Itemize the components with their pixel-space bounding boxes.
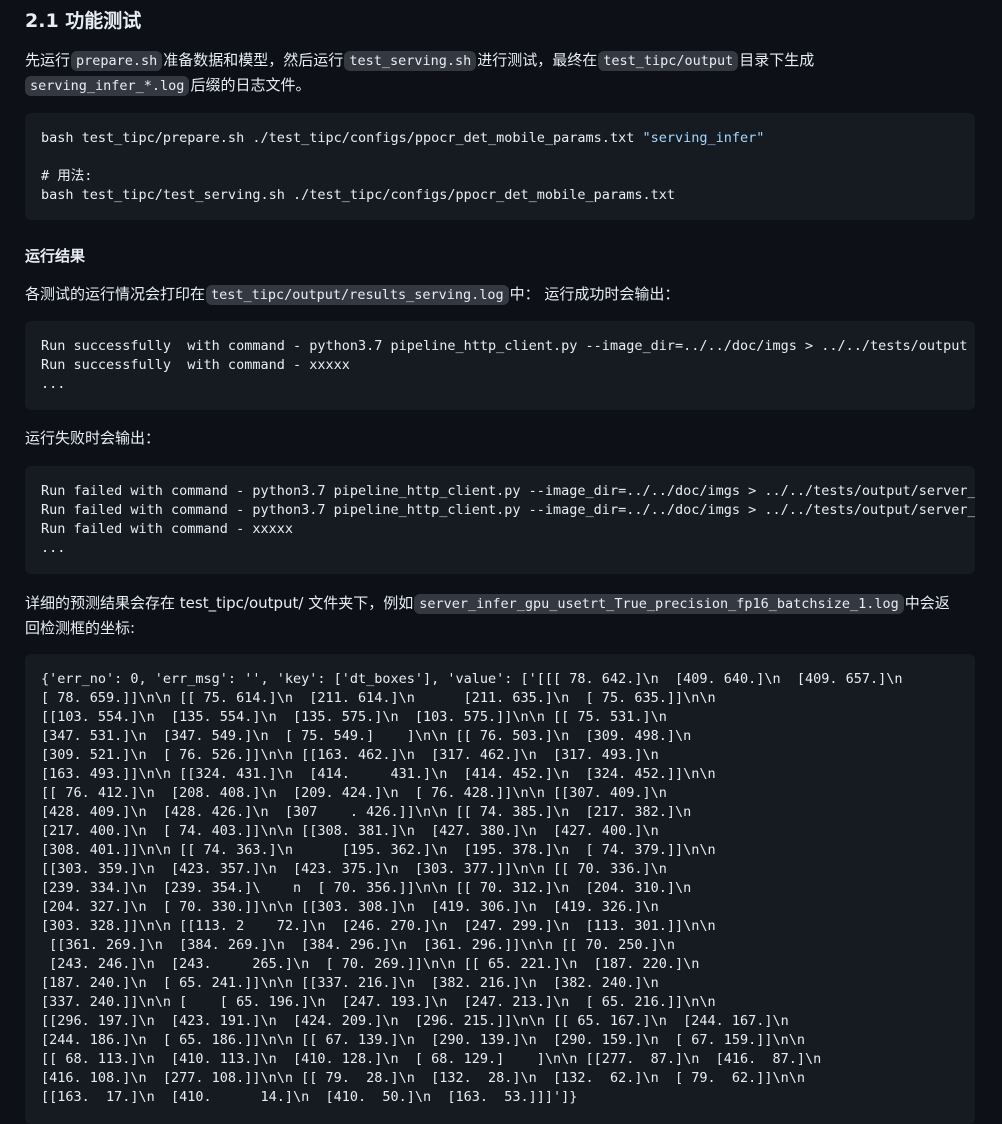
results-text-2: 中： 运行成功时会输出：	[509, 285, 680, 303]
code-line: Run successfully with command - python3.…	[41, 338, 968, 354]
code-line: Run successfully with command - xxxxx	[41, 357, 350, 373]
code-line: [[103. 554.]\n [135. 554.]\n [135. 575.]…	[41, 709, 667, 725]
code-comment: # 用法:	[41, 168, 93, 184]
results-line: 各测试的运行情况会打印在 test_tipc/output/results_ser…	[25, 282, 985, 307]
results-heading: 运行结果	[25, 247, 86, 265]
code-line: [217. 400.]\n [ 74. 403.]]\n\n [[308. 38…	[41, 823, 659, 839]
code-line: [[296. 197.]\n [423. 191.]\n [424. 209.]…	[41, 1013, 789, 1029]
detail-text-1: 详细的预测结果会存在 test_tipc/output/ 文件夹下，例如	[25, 594, 414, 612]
command-prepare: bash test_tipc/prepare.sh ./test_tipc/co…	[41, 130, 643, 146]
section-heading: 2.1 功能测试	[25, 10, 142, 32]
code-line: [416. 108.]\n [277. 108.]]\n\n [[ 79. 28…	[41, 1070, 806, 1086]
inline-code-prepare: prepare.sh	[71, 51, 163, 71]
code-line: [309. 521.]\n [ 76. 526.]]\n\n [[163. 46…	[41, 747, 659, 763]
code-line: [ 78. 659.]]\n\n [[ 75. 614.]\n [211. 61…	[41, 690, 716, 706]
detail-text-2: 中会返	[904, 594, 950, 612]
detail-line-1: 详细的预测结果会存在 test_tipc/output/ 文件夹下，例如 serv…	[25, 591, 985, 616]
code-line: [163. 493.]]\n\n [[324. 431.]\n [414. 43…	[41, 766, 716, 782]
code-line: Run failed with command - python3.7 pipe…	[41, 502, 975, 518]
inline-code-log-suffix: serving_infer_*.log	[25, 76, 190, 96]
intro-line-1: 先运行 prepare.sh 准备数据和模型，然后运行 test_serving.sh…	[25, 48, 985, 73]
code-line: [347. 531.]\n [347. 549.]\n [ 75. 549.] …	[41, 728, 692, 744]
code-line: [[ 68. 113.]\n [410. 113.]\n [410. 128.]…	[41, 1051, 822, 1067]
intro-text-3: 进行测试，最终在	[477, 51, 598, 69]
code-line: [243. 246.]\n [243. 265.]\n [ 70. 269.]]…	[41, 956, 700, 972]
code-line: [244. 186.]\n [ 65. 186.]]\n\n [[ 67. 13…	[41, 1032, 806, 1048]
intro-text-2: 准备数据和模型，然后运行	[163, 51, 344, 69]
code-line: [303. 328.]]\n\n [[113. 2 72.]\n [246. 2…	[41, 918, 716, 934]
code-line: ...	[41, 540, 66, 556]
inline-code-server-log: server_infer_gpu_usetrt_True_precision_f…	[414, 594, 904, 614]
detail-line-2: 回检测框的坐标:	[25, 619, 136, 637]
success-code-block[interactable]: Run successfully with command - python3.…	[25, 321, 975, 410]
code-line: Run failed with command - xxxxx	[41, 521, 293, 537]
detail-paragraph: 详细的预测结果会存在 test_tipc/output/ 文件夹下，例如 serv…	[25, 591, 985, 640]
intro-text-4: 目录下生成	[739, 51, 815, 69]
code-line: [428. 409.]\n [428. 426.]\n [307 . 426.]…	[41, 804, 692, 820]
command-test-serving: bash test_tipc/test_serving.sh ./test_ti…	[41, 187, 675, 203]
code-line: ...	[41, 376, 66, 392]
inline-code-output-dir: test_tipc/output	[598, 51, 739, 71]
code-line: [[303. 359.]\n [423. 357.]\n [423. 375.]…	[41, 861, 667, 877]
fail-intro: 运行失败时会输出：	[25, 429, 161, 447]
code-line: [[ 76. 412.]\n [208. 408.]\n [209. 424.]…	[41, 785, 667, 801]
command-code-block[interactable]: bash test_tipc/prepare.sh ./test_tipc/co…	[25, 113, 975, 220]
code-line: [[361. 269.]\n [384. 269.]\n [384. 296.]…	[41, 937, 675, 953]
output-code-block[interactable]: {'err_no': 0, 'err_msg': '', 'key': ['dt…	[25, 654, 975, 1124]
results-text-1: 各测试的运行情况会打印在	[25, 285, 206, 303]
code-line: {'err_no': 0, 'err_msg': '', 'key': ['dt…	[41, 671, 903, 687]
fail-code-block[interactable]: Run failed with command - python3.7 pipe…	[25, 466, 975, 574]
code-line: [308. 401.]]\n\n [[ 74. 363.]\n [195. 36…	[41, 842, 716, 858]
intro-text-1: 先运行	[25, 51, 71, 69]
code-line: [204. 327.]\n [ 70. 330.]]\n\n [[303. 30…	[41, 899, 659, 915]
inline-code-test-serving: test_serving.sh	[344, 51, 477, 71]
intro-text-5: 后缀的日志文件。	[190, 76, 311, 94]
code-line: [337. 240.]]\n\n [ [ 65. 196.]\n [247. 1…	[41, 994, 716, 1010]
code-line: [239. 334.]\n [239. 354.]\ n [ 70. 356.]…	[41, 880, 692, 896]
inline-code-results-log: test_tipc/output/results_serving.log	[206, 285, 509, 305]
string-token: "serving_infer"	[642, 130, 765, 146]
code-line: [187. 240.]\n [ 65. 241.]]\n\n [[337. 21…	[41, 975, 659, 991]
intro-line-2: serving_infer_*.log 后缀的日志文件。	[25, 73, 985, 98]
code-line: bash test_tipc/prepare.sh ./test_tipc/co…	[41, 129, 975, 148]
code-line: [[163. 17.]\n [410. 14.]\n [410. 50.]\n …	[41, 1089, 578, 1105]
results-paragraph: 各测试的运行情况会打印在 test_tipc/output/results_ser…	[25, 282, 985, 307]
intro-paragraph: 先运行 prepare.sh 准备数据和模型，然后运行 test_serving.sh…	[25, 48, 985, 98]
code-line: Run failed with command - python3.7 pipe…	[41, 483, 975, 499]
